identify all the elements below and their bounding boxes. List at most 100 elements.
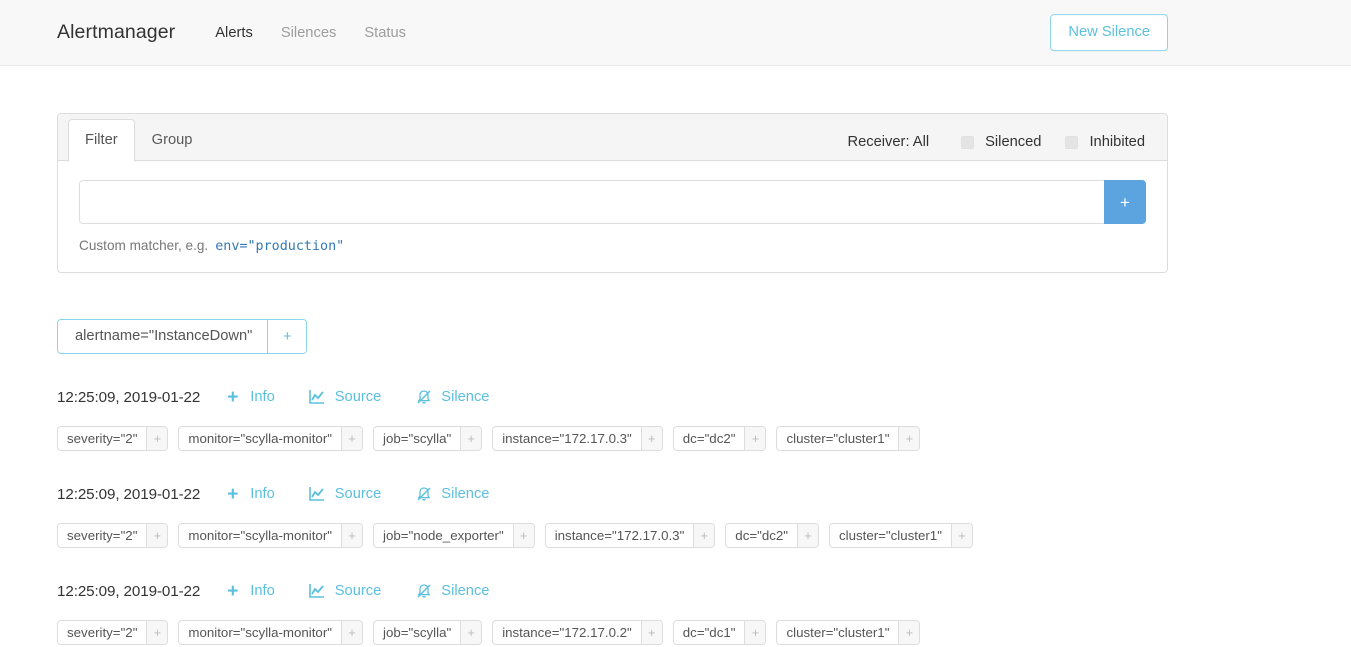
tab-filter[interactable]: Filter bbox=[68, 119, 135, 162]
alert-silence-action[interactable]: Silence bbox=[415, 486, 489, 503]
nav-link-alerts[interactable]: Alerts bbox=[201, 25, 267, 41]
nav-link-silences[interactable]: Silences bbox=[267, 25, 351, 41]
filter-panel-header: Filter Group Receiver: All Silenced Inhi… bbox=[58, 114, 1167, 161]
label-chip[interactable]: dc="dc1"+ bbox=[673, 620, 767, 645]
inhibited-checkbox-group[interactable]: Inhibited bbox=[1065, 134, 1145, 150]
alert-info-label: Info bbox=[250, 486, 275, 502]
label-chip-add-button[interactable]: + bbox=[460, 621, 481, 644]
label-chip-add-button[interactable]: + bbox=[898, 427, 919, 450]
alert-info-label: Info bbox=[250, 389, 275, 405]
label-chip[interactable]: job="scylla"+ bbox=[373, 620, 482, 645]
label-chip-text: severity="2" bbox=[58, 621, 146, 644]
label-chip[interactable]: instance="172.17.0.3"+ bbox=[545, 523, 716, 548]
alert-silence-action[interactable]: Silence bbox=[415, 389, 489, 406]
label-chip-add-button[interactable]: + bbox=[898, 621, 919, 644]
label-chip-add-button[interactable]: + bbox=[744, 621, 765, 644]
label-chip[interactable]: job="scylla"+ bbox=[373, 426, 482, 451]
filter-panel-body: + Custom matcher, e.g. env="production" bbox=[58, 161, 1167, 272]
tab-group[interactable]: Group bbox=[135, 119, 210, 162]
alert-timestamp: 12:25:09, 2019-01-22 bbox=[57, 583, 200, 600]
chart-line-icon bbox=[309, 486, 326, 503]
alert-info-action[interactable]: + Info bbox=[224, 486, 275, 503]
label-chip-text: cluster="cluster1" bbox=[777, 427, 898, 450]
matcher-example-link[interactable]: env="production" bbox=[215, 239, 344, 254]
inhibited-label[interactable]: Inhibited bbox=[1089, 134, 1145, 150]
chart-line-icon bbox=[309, 389, 326, 406]
matcher-hint-text: Custom matcher, e.g. bbox=[79, 238, 208, 253]
label-chip[interactable]: cluster="cluster1"+ bbox=[776, 620, 920, 645]
label-chip[interactable]: job="node_exporter"+ bbox=[373, 523, 535, 548]
filter-matcher-input[interactable] bbox=[79, 180, 1104, 224]
label-chip-add-button[interactable]: + bbox=[744, 427, 765, 450]
alert-item: 12:25:09, 2019-01-22 + Info Source Silen… bbox=[57, 484, 1168, 548]
alert-source-action[interactable]: Source bbox=[309, 583, 382, 600]
label-chip[interactable]: cluster="cluster1"+ bbox=[776, 426, 920, 451]
label-chip-add-button[interactable]: + bbox=[341, 524, 362, 547]
alert-silence-label: Silence bbox=[441, 389, 489, 405]
plus-icon: + bbox=[224, 389, 241, 406]
label-chip[interactable]: cluster="cluster1"+ bbox=[829, 523, 973, 548]
label-chip-add-button[interactable]: + bbox=[341, 621, 362, 644]
label-chip-add-button[interactable]: + bbox=[146, 427, 167, 450]
alert-info-action[interactable]: + Info bbox=[224, 583, 275, 600]
label-chip[interactable]: monitor="scylla-monitor"+ bbox=[178, 620, 363, 645]
bell-slash-icon bbox=[415, 389, 432, 406]
silenced-checkbox[interactable] bbox=[961, 136, 974, 149]
label-chip-text: dc="dc2" bbox=[674, 427, 745, 450]
label-chip[interactable]: instance="172.17.0.3"+ bbox=[492, 426, 663, 451]
nav-link-status[interactable]: Status bbox=[350, 25, 420, 41]
group-header-chip[interactable]: alertname="InstanceDown" + bbox=[57, 319, 307, 354]
label-chip[interactable]: severity="2"+ bbox=[57, 426, 168, 451]
top-navbar: Alertmanager Alerts Silences Status New … bbox=[0, 0, 1351, 66]
alert-item: 12:25:09, 2019-01-22 + Info Source Silen… bbox=[57, 387, 1168, 451]
label-chip[interactable]: instance="172.17.0.2"+ bbox=[492, 620, 663, 645]
label-chip-text: severity="2" bbox=[58, 524, 146, 547]
label-chip-text: instance="172.17.0.2" bbox=[493, 621, 641, 644]
alert-source-action[interactable]: Source bbox=[309, 389, 382, 406]
main-nav: Alerts Silences Status bbox=[201, 25, 420, 41]
alert-source-label: Source bbox=[335, 389, 382, 405]
label-chip-add-button[interactable]: + bbox=[641, 427, 662, 450]
label-chip-add-button[interactable]: + bbox=[951, 524, 972, 547]
bell-slash-icon bbox=[415, 486, 432, 503]
label-chip-add-button[interactable]: + bbox=[460, 427, 481, 450]
label-chip-text: dc="dc2" bbox=[726, 524, 797, 547]
group-header-add-button[interactable]: + bbox=[267, 320, 306, 353]
alert-labels-row: severity="2"+ monitor="scylla-monitor"+ … bbox=[57, 426, 1168, 451]
alert-source-action[interactable]: Source bbox=[309, 486, 382, 503]
silenced-label[interactable]: Silenced bbox=[985, 134, 1041, 150]
label-chip-add-button[interactable]: + bbox=[146, 524, 167, 547]
label-chip[interactable]: severity="2"+ bbox=[57, 620, 168, 645]
app-brand: Alertmanager bbox=[57, 21, 175, 44]
label-chip-text: instance="172.17.0.3" bbox=[546, 524, 694, 547]
new-silence-button[interactable]: New Silence bbox=[1050, 14, 1168, 52]
add-matcher-button[interactable]: + bbox=[1104, 180, 1146, 224]
plus-icon: + bbox=[224, 583, 241, 600]
alert-groups: alertname="InstanceDown" + 12:25:09, 201… bbox=[57, 319, 1168, 645]
alert-info-label: Info bbox=[250, 583, 275, 599]
alert-silence-label: Silence bbox=[441, 583, 489, 599]
alert-labels-row: severity="2"+ monitor="scylla-monitor"+ … bbox=[57, 620, 1168, 645]
label-chip-add-button[interactable]: + bbox=[146, 621, 167, 644]
label-chip-text: monitor="scylla-monitor" bbox=[179, 621, 341, 644]
inhibited-checkbox[interactable] bbox=[1065, 136, 1078, 149]
alert-meta-row: 12:25:09, 2019-01-22 + Info Source Silen… bbox=[57, 581, 1168, 601]
alert-info-action[interactable]: + Info bbox=[224, 389, 275, 406]
label-chip[interactable]: severity="2"+ bbox=[57, 523, 168, 548]
label-chip-text: job="scylla" bbox=[374, 427, 460, 450]
filter-panel: Filter Group Receiver: All Silenced Inhi… bbox=[57, 113, 1168, 273]
receiver-label[interactable]: Receiver: All bbox=[847, 134, 929, 150]
label-chip-add-button[interactable]: + bbox=[693, 524, 714, 547]
label-chip-add-button[interactable]: + bbox=[513, 524, 534, 547]
label-chip[interactable]: dc="dc2"+ bbox=[673, 426, 767, 451]
group-header-label: alertname="InstanceDown" bbox=[58, 320, 267, 353]
label-chip-add-button[interactable]: + bbox=[797, 524, 818, 547]
silenced-checkbox-group[interactable]: Silenced bbox=[961, 134, 1041, 150]
label-chip[interactable]: monitor="scylla-monitor"+ bbox=[178, 523, 363, 548]
label-chip-add-button[interactable]: + bbox=[341, 427, 362, 450]
label-chip[interactable]: dc="dc2"+ bbox=[725, 523, 819, 548]
label-chip[interactable]: monitor="scylla-monitor"+ bbox=[178, 426, 363, 451]
label-chip-add-button[interactable]: + bbox=[641, 621, 662, 644]
label-chip-text: severity="2" bbox=[58, 427, 146, 450]
alert-silence-action[interactable]: Silence bbox=[415, 583, 489, 600]
